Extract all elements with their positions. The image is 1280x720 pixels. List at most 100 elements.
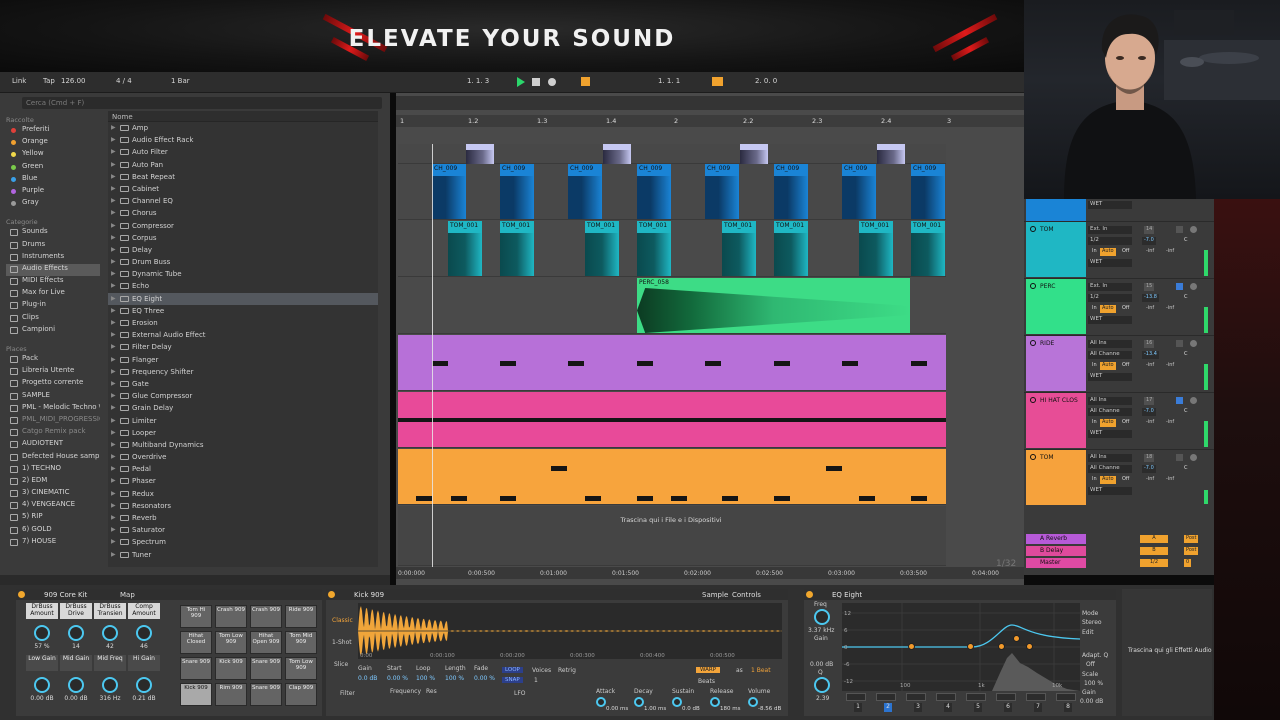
file-item[interactable]: ▶ EQ Three bbox=[108, 305, 378, 317]
solo-icon[interactable] bbox=[1176, 454, 1183, 461]
file-item[interactable]: ▶ Flanger bbox=[108, 354, 378, 366]
envelope-knob[interactable] bbox=[748, 697, 758, 707]
send-a-value[interactable]: -inf bbox=[1144, 305, 1156, 313]
midi-note[interactable] bbox=[637, 496, 653, 501]
snap-toggle[interactable]: SNAP bbox=[502, 677, 523, 683]
voices-value[interactable]: 1 bbox=[534, 677, 538, 684]
file-item[interactable]: ▶ Looper bbox=[108, 427, 378, 439]
eq-band-dot-4[interactable] bbox=[1013, 635, 1020, 642]
collection-item[interactable]: Green bbox=[6, 162, 100, 174]
expand-arrow-icon[interactable]: ▶ bbox=[111, 392, 116, 399]
file-item[interactable]: ▶ Compressor bbox=[108, 220, 378, 232]
mode-select[interactable]: Stereo bbox=[1082, 619, 1102, 626]
expand-arrow-icon[interactable]: ▶ bbox=[111, 234, 116, 241]
audio-clip-ch[interactable]: CH_009 bbox=[500, 164, 534, 219]
link-button[interactable]: Link bbox=[12, 77, 26, 85]
audio-clip[interactable] bbox=[740, 144, 768, 164]
solo-icon[interactable] bbox=[1176, 340, 1183, 347]
meter-field[interactable]: 4 / 4 bbox=[116, 77, 132, 85]
midi-note[interactable] bbox=[911, 496, 927, 501]
monitor-auto-button[interactable]: Auto bbox=[1100, 419, 1116, 427]
send-a-value[interactable]: -inf bbox=[1144, 476, 1156, 484]
file-item[interactable]: ▶ EQ Eight bbox=[108, 292, 378, 305]
file-item[interactable]: ▶ Frequency Shifter bbox=[108, 366, 378, 378]
solo-icon[interactable] bbox=[1176, 397, 1183, 404]
expand-arrow-icon[interactable]: ▶ bbox=[111, 404, 116, 411]
drum-pad[interactable]: Kick 909 bbox=[180, 683, 212, 706]
filter-type-select[interactable] bbox=[996, 693, 1016, 701]
audio-clip-tom[interactable]: TOM_001 bbox=[500, 221, 534, 276]
file-item[interactable]: ▶ Amp bbox=[108, 122, 378, 134]
search-input[interactable]: Cerca (Cmd + F) bbox=[22, 97, 382, 109]
monitor-in-button[interactable]: In bbox=[1090, 362, 1099, 370]
expand-arrow-icon[interactable]: ▶ bbox=[111, 490, 116, 497]
expand-arrow-icon[interactable]: ▶ bbox=[111, 526, 116, 533]
file-item[interactable]: ▶ Reverb bbox=[108, 512, 378, 524]
expand-arrow-icon[interactable]: ▶ bbox=[111, 343, 116, 350]
drum-pad[interactable]: Kick 909 bbox=[215, 657, 247, 680]
audio-clip-ch[interactable]: CH_009 bbox=[705, 164, 739, 219]
arm-icon[interactable] bbox=[1190, 283, 1197, 290]
input-channel-select[interactable]: All Channe bbox=[1088, 465, 1132, 473]
edit-label[interactable]: Edit bbox=[1082, 629, 1094, 636]
midi-note[interactable] bbox=[551, 466, 567, 471]
drum-pad[interactable]: Tom Mid 909 bbox=[285, 631, 317, 654]
file-item[interactable]: ▶ Overdrive bbox=[108, 451, 378, 463]
drum-pad[interactable]: Snare 909 bbox=[250, 657, 282, 680]
monitor-off-button[interactable]: Off bbox=[1120, 419, 1131, 427]
warp-toggle[interactable]: WARP bbox=[696, 667, 721, 673]
expand-arrow-icon[interactable]: ▶ bbox=[111, 380, 116, 387]
midi-note[interactable] bbox=[842, 361, 858, 366]
collection-item[interactable]: Blue bbox=[6, 174, 100, 186]
file-item[interactable]: ▶ Redux bbox=[108, 488, 378, 500]
macro-knob[interactable] bbox=[68, 625, 84, 641]
midi-note[interactable] bbox=[451, 496, 467, 501]
loop-length-field[interactable]: 2. 0. 0 bbox=[755, 77, 777, 85]
midi-note[interactable] bbox=[500, 361, 516, 366]
input-type-select[interactable]: Ext. In bbox=[1088, 226, 1132, 234]
file-item[interactable]: ▶ Channel EQ bbox=[108, 195, 378, 207]
arm-icon[interactable] bbox=[1190, 340, 1197, 347]
filter-type-select[interactable] bbox=[966, 693, 986, 701]
place-item[interactable]: Pack bbox=[6, 354, 100, 366]
collection-item[interactable]: Gray bbox=[6, 198, 100, 210]
filter-type-select[interactable] bbox=[906, 693, 926, 701]
q-knob[interactable] bbox=[814, 677, 830, 693]
audio-clip[interactable] bbox=[466, 144, 494, 164]
midi-note[interactable] bbox=[398, 418, 946, 422]
category-item[interactable]: Instruments bbox=[6, 252, 100, 264]
band-toggle[interactable]: 1 bbox=[854, 703, 862, 712]
macro-knob[interactable] bbox=[102, 625, 118, 641]
input-channel-select[interactable]: 1/2 bbox=[1088, 294, 1132, 302]
return-name[interactable]: A Reverb bbox=[1026, 534, 1086, 544]
audio-clip-tom[interactable]: TOM_001 bbox=[448, 221, 482, 276]
audio-clip-tom[interactable]: TOM_001 bbox=[911, 221, 945, 276]
scale-value[interactable]: 100 % bbox=[1084, 680, 1103, 687]
arrangement-view[interactable]: 1 1.2 1.3 1.4 2 2.2 2.3 2.4 3 CH_009 CH_009 CH_009… bbox=[396, 93, 1024, 585]
band-toggle[interactable]: 6 bbox=[1004, 703, 1012, 712]
file-item[interactable]: ▶ Gate bbox=[108, 378, 378, 390]
eq-band-dot-1[interactable] bbox=[908, 643, 915, 650]
midi-note[interactable] bbox=[585, 496, 601, 501]
expand-arrow-icon[interactable]: ▶ bbox=[111, 173, 116, 180]
audio-clip-ch[interactable]: CH_009 bbox=[774, 164, 808, 219]
place-item[interactable]: Libreria Utente bbox=[6, 366, 100, 378]
category-item[interactable]: Max for Live bbox=[6, 288, 100, 300]
automation-arm-icon[interactable] bbox=[581, 77, 590, 86]
file-item[interactable]: ▶ Beat Repeat bbox=[108, 171, 378, 183]
place-item[interactable]: 3) CINEMATIC bbox=[6, 488, 100, 500]
expand-arrow-icon[interactable]: ▶ bbox=[111, 465, 116, 472]
track-activator-icon[interactable] bbox=[1030, 283, 1036, 289]
expand-arrow-icon[interactable]: ▶ bbox=[111, 453, 116, 460]
input-type-select[interactable]: All Ins bbox=[1088, 454, 1132, 462]
place-item[interactable]: 5) RIP bbox=[6, 512, 100, 524]
macro-knob[interactable] bbox=[34, 625, 50, 641]
warp-beat-value[interactable]: 1 Beat bbox=[751, 667, 771, 674]
track-activator-icon[interactable] bbox=[1030, 454, 1036, 460]
monitor-auto-button[interactable]: Auto bbox=[1100, 476, 1116, 484]
monitor-off-button[interactable]: Off bbox=[1120, 362, 1131, 370]
arrangement-lane[interactable] bbox=[398, 506, 946, 566]
tap-button[interactable]: Tap bbox=[43, 77, 55, 85]
audio-clip-tom[interactable]: TOM_001 bbox=[585, 221, 619, 276]
drum-pad[interactable]: Snare 909 bbox=[180, 657, 212, 680]
